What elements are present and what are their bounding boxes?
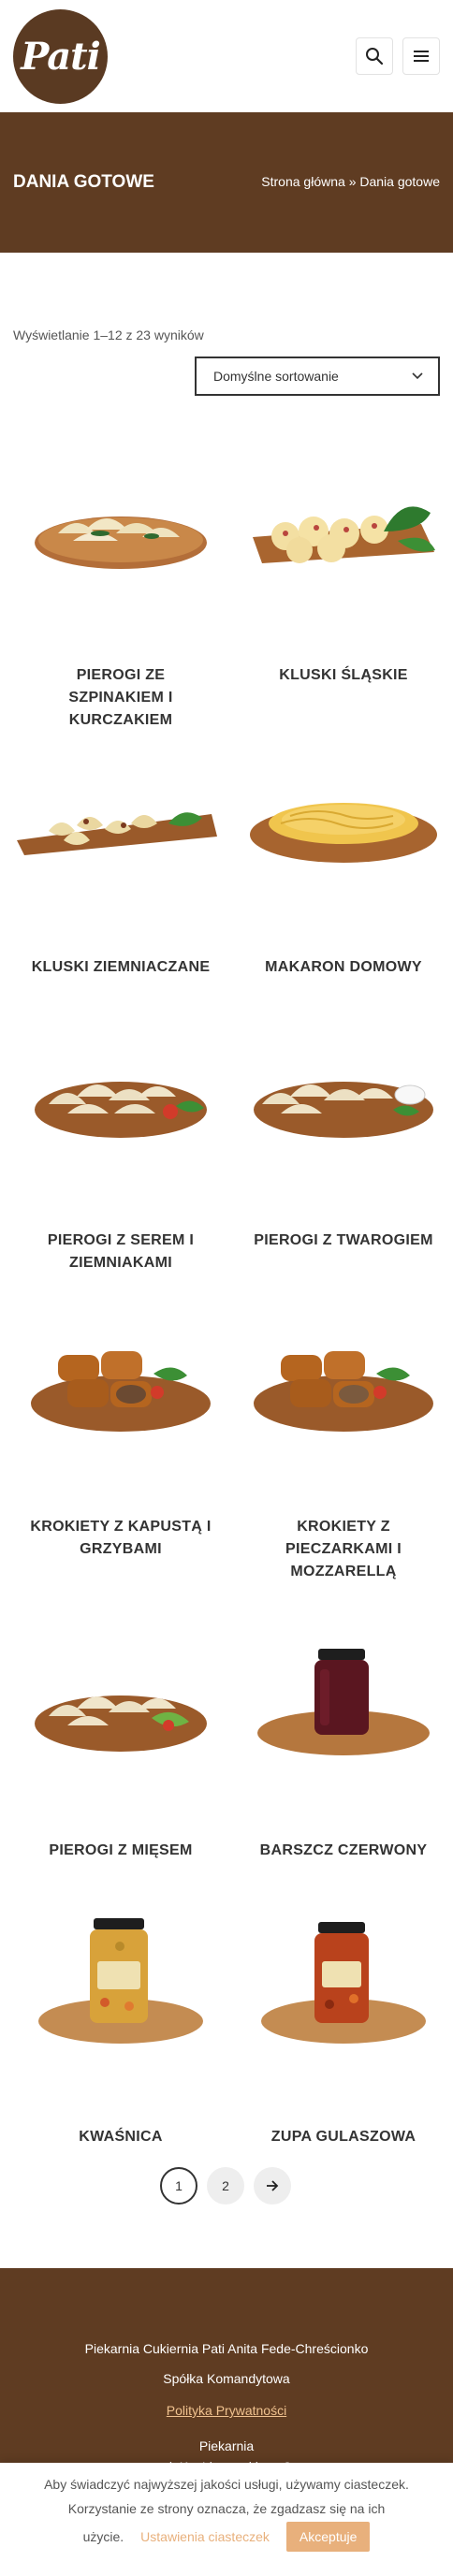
search-button[interactable]	[356, 37, 393, 75]
hamburger-icon	[414, 51, 429, 62]
logo-text: Pati	[21, 35, 101, 79]
cookie-consent-bar: Aby świadczyć najwyższej jakości usługi,…	[0, 2463, 453, 2576]
search-icon	[366, 48, 384, 65]
cookie-settings-link[interactable]: Ustawienia ciasteczek	[140, 2529, 270, 2544]
product-name[interactable]: KROKIETY Z KAPUSTĄ I GRZYBAMI	[11, 1516, 230, 1561]
result-count: Wyświetlanie 1–12 z 23 wyników	[13, 327, 204, 342]
cookie-text-end: użycie.	[82, 2529, 124, 2544]
arrow-right-icon	[267, 2180, 279, 2191]
product-name[interactable]: PIEROGI Z MIĘSEM	[11, 1840, 230, 1862]
product-card[interactable]: ZUPA GULASZOWA	[234, 1909, 453, 2148]
pagination: 1 2	[160, 2167, 291, 2205]
breadcrumb-separator: »	[348, 174, 357, 189]
page-1-button[interactable]: 1	[160, 2167, 197, 2205]
product-image-silesian-dumplings[interactable]	[234, 447, 453, 662]
page-2-button[interactable]: 2	[207, 2167, 244, 2205]
product-name[interactable]: MAKARON DOMOWY	[234, 956, 453, 979]
page-title: DANIA GOTOWE	[13, 172, 154, 192]
product-name[interactable]: PIEROGI ZE SZPINAKIEM I KURCZAKIEM	[11, 664, 230, 732]
product-name[interactable]: KLUSKI ZIEMNIACZANE	[11, 956, 230, 979]
product-image-borscht-jar[interactable]	[234, 1623, 453, 1838]
privacy-policy-link[interactable]: Polityka Prywatności	[167, 2403, 286, 2418]
product-image-croquettes-mushroom[interactable]	[234, 1299, 453, 1514]
site-header: Pati	[0, 0, 453, 112]
product-card[interactable]: BARSZCZ CZERWONY	[234, 1623, 453, 1862]
product-image-croquettes-cabbage[interactable]	[11, 1299, 230, 1514]
chevron-down-icon	[412, 372, 423, 380]
menu-button[interactable]	[402, 37, 440, 75]
product-image-kwasnica-jar[interactable]	[11, 1909, 230, 2124]
product-image-goulash-soup-jar[interactable]	[234, 1909, 453, 2124]
product-name[interactable]: KLUSKI ŚLĄSKIE	[234, 664, 453, 687]
product-image-dumplings-spinach[interactable]	[11, 447, 230, 662]
product-name[interactable]: ZUPA GULASZOWA	[234, 2126, 453, 2148]
product-card[interactable]: KLUSKI ZIEMNIACZANE	[11, 739, 230, 979]
product-image-potato-dumplings[interactable]	[11, 739, 230, 954]
product-card[interactable]: KWAŚNICA	[11, 1909, 230, 2148]
product-card[interactable]: PIEROGI Z MIĘSEM	[11, 1623, 230, 1862]
page-hero: DANIA GOTOWE Strona główna » Dania gotow…	[0, 112, 453, 253]
footer-company-type: Spółka Komandytowa	[163, 2371, 290, 2386]
product-card[interactable]: KROKIETY Z KAPUSTĄ I GRZYBAMI	[11, 1299, 230, 1561]
cookie-accept-button[interactable]: Akceptuje	[285, 2522, 371, 2552]
product-card[interactable]: PIEROGI ZE SZPINAKIEM I KURCZAKIEM	[11, 447, 230, 732]
footer-section-label: Piekarnia	[198, 2438, 255, 2453]
footer-company-name: Piekarnia Cukiernia Pati Anita Fede-Chre…	[84, 2341, 369, 2356]
product-image-dumplings-cheese-potato[interactable]	[11, 1012, 230, 1228]
product-card[interactable]: MAKARON DOMOWY	[234, 739, 453, 979]
product-name[interactable]: BARSZCZ CZERWONY	[234, 1840, 453, 1862]
product-card[interactable]: KROKIETY Z PIECZARKAMI I MOZZARELLĄ	[234, 1299, 453, 1583]
site-logo[interactable]: Pati	[13, 9, 108, 104]
product-image-dumplings-curd[interactable]	[234, 1012, 453, 1228]
product-name[interactable]: KWAŚNICA	[11, 2126, 230, 2148]
sort-select[interactable]: Domyślne sortowanie	[195, 357, 440, 396]
breadcrumb-current: Dania gotowe	[359, 174, 440, 189]
product-name[interactable]: PIEROGI Z TWAROGIEM	[234, 1230, 453, 1252]
sort-selected-value: Domyślne sortowanie	[213, 369, 339, 384]
product-name[interactable]: KROKIETY Z PIECZARKAMI I MOZZARELLĄ	[234, 1516, 453, 1583]
breadcrumb-home-link[interactable]: Strona główna	[261, 174, 345, 189]
product-card[interactable]: PIEROGI Z TWAROGIEM	[234, 1012, 453, 1252]
product-card[interactable]: PIEROGI Z SEREM I ZIEMNIAKAMI	[11, 1012, 230, 1274]
next-page-button[interactable]	[254, 2167, 291, 2205]
product-name[interactable]: PIEROGI Z SEREM I ZIEMNIAKAMI	[11, 1230, 230, 1274]
product-image-homemade-pasta[interactable]	[234, 739, 453, 954]
product-image-dumplings-meat[interactable]	[11, 1623, 230, 1838]
breadcrumb: Strona główna » Dania gotowe	[261, 174, 440, 189]
cookie-text: Aby świadczyć najwyższej jakości usługi,…	[44, 2477, 409, 2516]
product-card[interactable]: KLUSKI ŚLĄSKIE	[234, 447, 453, 687]
